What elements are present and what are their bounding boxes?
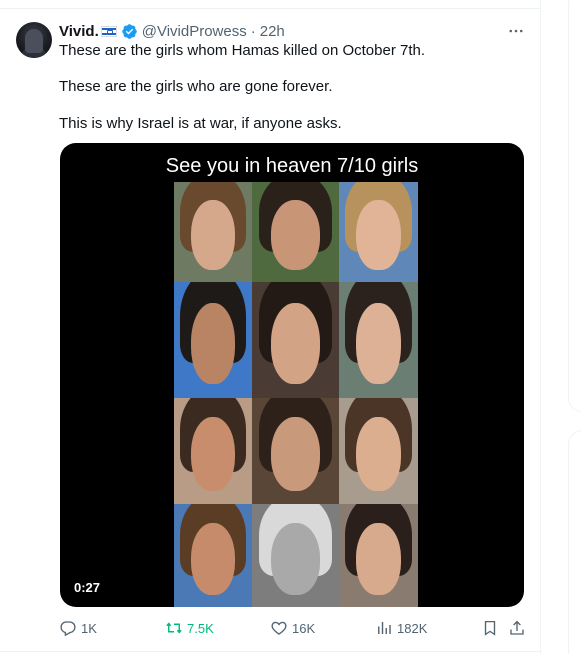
repost-button[interactable]: 7.5K bbox=[165, 618, 214, 638]
reply-count: 1K bbox=[81, 620, 97, 636]
portrait bbox=[339, 182, 418, 282]
video-duration: 0:27 bbox=[74, 580, 101, 595]
portrait bbox=[174, 282, 252, 398]
share-button[interactable] bbox=[508, 618, 526, 638]
sidebar-card-edge bbox=[568, 430, 581, 654]
views-icon bbox=[378, 622, 391, 634]
photo-collage bbox=[174, 182, 418, 607]
repost-count: 7.5K bbox=[187, 620, 214, 636]
like-icon bbox=[271, 621, 287, 635]
tweet-page: Vivid. @VividProwess · 22h These are the… bbox=[0, 0, 581, 654]
video-overlay-title: See you in heaven 7/10 girls bbox=[165, 155, 419, 177]
portrait bbox=[174, 504, 252, 607]
portrait bbox=[339, 282, 418, 398]
verified-icon[interactable] bbox=[121, 23, 138, 40]
views-button[interactable]: 182K bbox=[375, 618, 427, 638]
views-count: 182K bbox=[397, 620, 428, 636]
separator: · bbox=[250, 22, 256, 40]
tweet-actions: 1K 7.5K 16K 182K bbox=[59, 618, 525, 638]
tweet-text-line: These are the girls whom Hamas killed on… bbox=[59, 42, 425, 59]
tweet-text-line: This is why Israel is at war, if anyone … bbox=[59, 115, 342, 132]
portrait bbox=[252, 282, 339, 398]
reply-icon bbox=[60, 621, 76, 637]
timestamp[interactable]: 22h bbox=[260, 23, 285, 40]
avatar[interactable] bbox=[16, 22, 52, 58]
divider-top bbox=[0, 8, 540, 9]
portrait bbox=[174, 182, 252, 282]
israel-flag-icon bbox=[100, 25, 117, 37]
divider-bottom bbox=[0, 651, 540, 652]
tweet-text-line: These are the girls who are gone forever… bbox=[59, 78, 333, 95]
portrait bbox=[252, 398, 339, 504]
like-button[interactable]: 16K bbox=[270, 618, 315, 638]
bookmark-button[interactable] bbox=[481, 618, 499, 638]
repost-icon bbox=[166, 622, 182, 634]
column-border bbox=[540, 0, 541, 654]
bookmark-icon bbox=[484, 620, 496, 636]
portrait bbox=[174, 398, 252, 504]
more-icon[interactable] bbox=[506, 22, 526, 40]
portrait bbox=[252, 504, 339, 607]
handle[interactable]: @VividProwess bbox=[142, 23, 247, 40]
display-name[interactable]: Vivid. bbox=[59, 23, 99, 40]
reply-button[interactable]: 1K bbox=[59, 618, 97, 638]
tweet-header: Vivid. @VividProwess · 22h bbox=[59, 21, 285, 41]
portrait bbox=[339, 398, 418, 504]
portrait bbox=[339, 504, 418, 607]
like-count: 16K bbox=[292, 620, 316, 636]
portrait bbox=[252, 182, 339, 282]
share-icon bbox=[510, 620, 524, 635]
sidebar-card-edge bbox=[568, 0, 581, 412]
video-player[interactable]: See you in heaven 7/10 girls 0:27 bbox=[60, 143, 524, 607]
